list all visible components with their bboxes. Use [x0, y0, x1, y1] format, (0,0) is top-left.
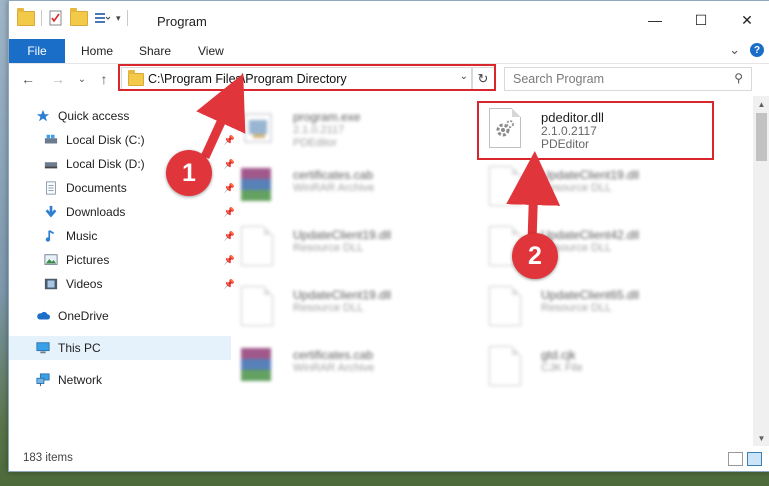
help-icon[interactable]: ?: [750, 43, 764, 57]
back-button[interactable]: ←: [17, 69, 39, 89]
ribbon-tabs: File Home Share View ⌄ ?: [9, 39, 769, 64]
scroll-down-icon[interactable]: ▼: [753, 430, 769, 446]
file-item-updateclient65-dll[interactable]: UpdateClient65.dll Resource DLL: [487, 282, 717, 332]
sidebar-item-downloads[interactable]: Downloads 📌: [9, 200, 239, 224]
dll-file-icon: [241, 226, 273, 266]
sidebar-item-videos[interactable]: Videos 📌: [9, 272, 239, 296]
folder-icon: [17, 7, 35, 26]
pictures-icon: [44, 254, 58, 265]
music-icon: [45, 229, 55, 242]
status-bar: 183 items: [9, 449, 769, 469]
search-box[interactable]: Search Program ⚲: [504, 67, 752, 91]
file-item-certificates-cab[interactable]: certificates.cab WinRAR Archive: [239, 342, 469, 392]
videos-icon: [44, 278, 58, 290]
minimize-button[interactable]: —: [632, 1, 678, 39]
new-folder-icon[interactable]: [70, 7, 88, 26]
window-controls: — ☐ ✕: [632, 1, 769, 39]
scroll-up-icon[interactable]: ▲: [753, 96, 769, 112]
tab-view[interactable]: View: [198, 39, 224, 63]
tab-share[interactable]: Share: [139, 39, 171, 63]
sidebar-item-music[interactable]: Music 📌: [9, 224, 239, 248]
file-item-updateclient19-dll[interactable]: UpdateClient19.dll Resource DLL: [239, 222, 469, 272]
drive-icon: [44, 134, 58, 144]
tab-home[interactable]: Home: [81, 39, 113, 63]
sidebar-item-onedrive[interactable]: OneDrive: [9, 304, 231, 328]
properties-icon[interactable]: [48, 10, 64, 26]
drive-icon: [44, 162, 58, 169]
step-marker-2: 2: [512, 233, 558, 279]
file-item-program-exe[interactable]: program.exe 2.1.0.2117 PDEditor: [239, 104, 469, 154]
file-item-updateclient19-dll[interactable]: UpdateClient19.dll Resource DLL: [487, 162, 717, 212]
step-marker-1: 1: [166, 150, 212, 196]
navigation-pane: Quick access Local Disk (C:) 📌 Local Dis…: [9, 96, 235, 441]
item-count: 183 items: [23, 452, 73, 464]
customize-toolbar-icon[interactable]: [94, 10, 110, 26]
tab-file[interactable]: File: [9, 39, 65, 63]
navigation-bar: ← → ⌄ ↑ C:\Program Files\Program Directo…: [9, 64, 769, 94]
title-bar: ▾ Program — ☐ ✕: [9, 1, 769, 39]
sidebar-item-local-disk-c[interactable]: Local Disk (C:) 📌: [9, 128, 239, 152]
expand-ribbon-icon[interactable]: ⌄: [729, 42, 740, 58]
maximize-button[interactable]: ☐: [678, 1, 724, 39]
search-icon[interactable]: ⚲: [734, 71, 743, 85]
network-icon: [36, 373, 50, 387]
recent-locations-button[interactable]: ⌄: [71, 69, 93, 89]
quick-access-toolbar: ▾: [17, 7, 128, 26]
documents-icon: [46, 181, 56, 195]
dll-file-icon: [241, 286, 273, 326]
explorer-window: ▾ Program — ☐ ✕ File Home Share View ⌄ ?…: [8, 0, 769, 472]
sidebar-item-this-pc[interactable]: This PC: [9, 336, 231, 360]
large-icons-view-button[interactable]: [747, 452, 762, 466]
winrar-archive-icon: [241, 166, 275, 206]
up-button[interactable]: ↑: [93, 69, 115, 89]
address-highlight-box: [118, 64, 496, 91]
sidebar-item-pictures[interactable]: Pictures 📌: [9, 248, 239, 272]
sidebar-item-quick-access[interactable]: Quick access: [9, 104, 231, 128]
exe-file-icon: [244, 113, 272, 143]
close-button[interactable]: ✕: [724, 1, 769, 39]
forward-button[interactable]: →: [47, 69, 69, 89]
dll-file-icon: [489, 166, 521, 206]
file-item-certificates-cab[interactable]: certificates.cab WinRAR Archive: [239, 162, 469, 212]
computer-icon: [36, 342, 50, 354]
winrar-archive-icon: [241, 346, 275, 386]
vertical-scrollbar[interactable]: ▲ ▼: [753, 96, 769, 446]
search-placeholder: Search Program: [513, 72, 605, 86]
toolbar-dropdown-icon[interactable]: ▾: [116, 13, 121, 24]
download-icon: [45, 205, 57, 218]
scrollbar-thumb[interactable]: [756, 113, 767, 161]
window-title: Program: [157, 14, 207, 29]
file-item-gtd-cjk[interactable]: gtd.cjk CJK File: [487, 342, 717, 392]
generic-file-icon: [489, 346, 521, 386]
file-item-updateclient19-dll[interactable]: UpdateClient19.dll Resource DLL: [239, 282, 469, 332]
file-highlight-box: [477, 101, 714, 160]
dll-file-icon: [489, 286, 521, 326]
cloud-icon: [37, 311, 50, 320]
sidebar-item-network[interactable]: Network: [9, 368, 231, 392]
details-view-button[interactable]: [728, 452, 743, 466]
star-icon: [36, 109, 50, 122]
